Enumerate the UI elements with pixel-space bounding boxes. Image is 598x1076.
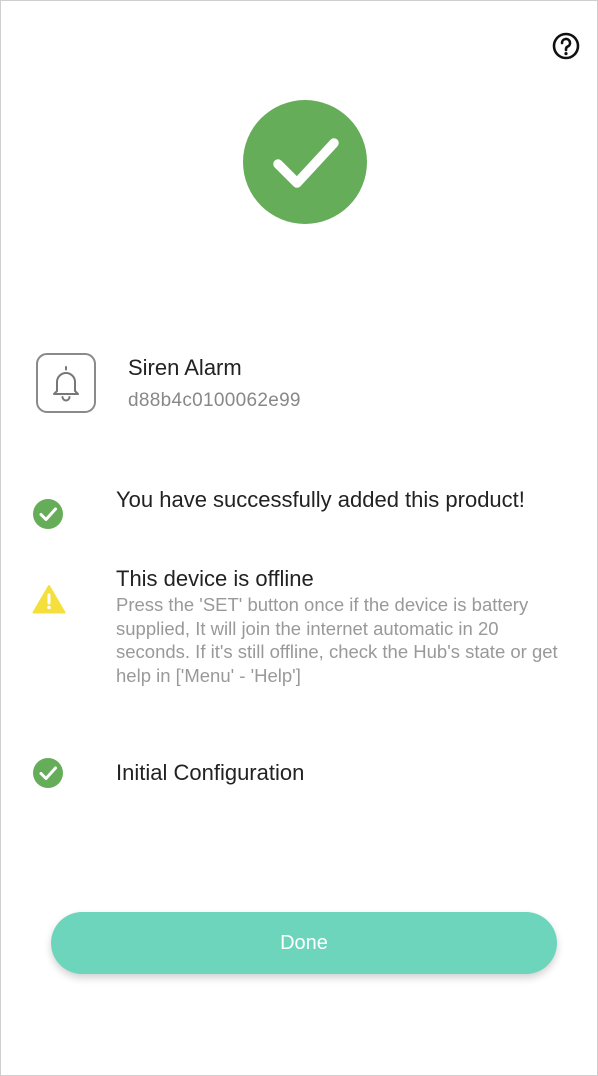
- device-name: Siren Alarm: [128, 355, 242, 380]
- device-icon-tile: [36, 353, 96, 413]
- warning-icon: [32, 585, 66, 614]
- check-circle-icon: [33, 499, 63, 529]
- status-title-config: Initial Configuration: [116, 760, 305, 785]
- success-badge: [243, 100, 367, 224]
- help-button[interactable]: [552, 32, 580, 60]
- check-icon: [273, 138, 339, 188]
- status-title-added: You have successfully added this product…: [116, 487, 525, 512]
- status-description-offline: Press the 'SET' button once if the devic…: [116, 594, 558, 686]
- device-id: d88b4c0100062e99: [128, 390, 301, 411]
- status-title-offline: This device is offline: [116, 566, 314, 591]
- check-circle-icon: [33, 758, 63, 788]
- bell-icon: [53, 366, 79, 402]
- screen: Siren Alarm d88b4c0100062e99 You have su…: [0, 0, 598, 1076]
- done-button[interactable]: Done: [51, 912, 557, 974]
- help-circle-icon: [552, 32, 580, 60]
